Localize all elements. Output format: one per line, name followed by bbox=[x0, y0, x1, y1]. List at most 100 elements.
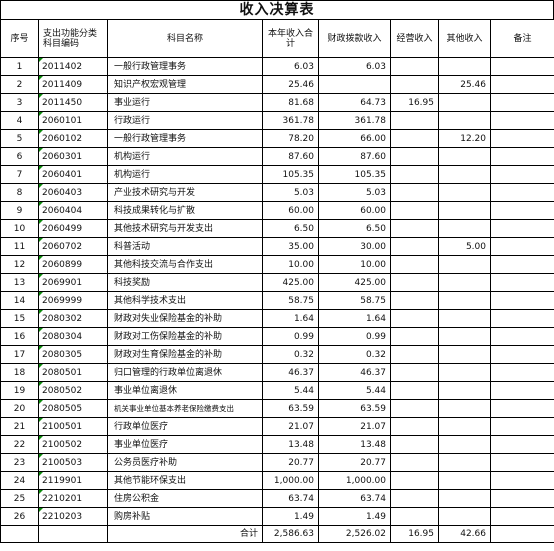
row-other-cell[interactable] bbox=[438, 471, 491, 490]
row-total-cell[interactable]: 78.20 bbox=[262, 129, 319, 148]
row-other-cell[interactable] bbox=[438, 363, 491, 382]
row-seq-cell[interactable]: 24 bbox=[0, 471, 39, 490]
row-seq-cell[interactable]: 14 bbox=[0, 291, 39, 310]
row-business-cell[interactable] bbox=[390, 345, 439, 364]
row-other-cell[interactable] bbox=[438, 381, 491, 400]
header-total[interactable]: 本年收入合计 bbox=[262, 19, 319, 58]
header-other[interactable]: 其他收入 bbox=[438, 19, 491, 58]
row-business-cell[interactable] bbox=[390, 327, 439, 346]
row-code-cell[interactable]: 2100501 bbox=[38, 417, 108, 436]
row-fiscal-cell[interactable] bbox=[318, 75, 391, 94]
row-seq-cell[interactable]: 8 bbox=[0, 183, 39, 202]
row-seq-cell[interactable]: 25 bbox=[0, 489, 39, 508]
row-remark-cell[interactable] bbox=[490, 93, 554, 112]
row-name-cell[interactable]: 财政对生育保险基金的补助 bbox=[107, 345, 263, 364]
header-seq[interactable]: 序号 bbox=[0, 19, 39, 58]
row-name-cell[interactable]: 一般行政管理事务 bbox=[107, 57, 263, 76]
row-name-cell[interactable]: 事业单位医疗 bbox=[107, 435, 263, 454]
row-code-cell[interactable]: 2080305 bbox=[38, 345, 108, 364]
header-business[interactable]: 经营收入 bbox=[390, 19, 439, 58]
row-name-cell[interactable]: 公务员医疗补助 bbox=[107, 453, 263, 472]
total-label[interactable]: 合计 bbox=[107, 525, 263, 543]
row-remark-cell[interactable] bbox=[490, 201, 554, 220]
row-other-cell[interactable] bbox=[438, 489, 491, 508]
row-total-cell[interactable]: 6.50 bbox=[262, 219, 319, 238]
row-total-cell[interactable]: 87.60 bbox=[262, 147, 319, 166]
row-code-cell[interactable]: 2080501 bbox=[38, 363, 108, 382]
row-total-cell[interactable]: 58.75 bbox=[262, 291, 319, 310]
row-remark-cell[interactable] bbox=[490, 147, 554, 166]
row-name-cell[interactable]: 机关事业单位基本养老保险缴费支出 bbox=[107, 399, 263, 418]
row-other-cell[interactable] bbox=[438, 93, 491, 112]
row-fiscal-cell[interactable]: 6.03 bbox=[318, 57, 391, 76]
row-remark-cell[interactable] bbox=[490, 75, 554, 94]
row-total-cell[interactable]: 21.07 bbox=[262, 417, 319, 436]
row-fiscal-cell[interactable]: 6.50 bbox=[318, 219, 391, 238]
row-name-cell[interactable]: 科技成果转化与扩散 bbox=[107, 201, 263, 220]
header-fiscal[interactable]: 财政拨款收入 bbox=[318, 19, 391, 58]
row-name-cell[interactable]: 机构运行 bbox=[107, 147, 263, 166]
row-total-cell[interactable]: 0.99 bbox=[262, 327, 319, 346]
row-business-cell[interactable] bbox=[390, 219, 439, 238]
row-other-cell[interactable] bbox=[438, 417, 491, 436]
row-fiscal-cell[interactable]: 425.00 bbox=[318, 273, 391, 292]
row-other-cell[interactable] bbox=[438, 291, 491, 310]
row-code-cell[interactable]: 2011402 bbox=[38, 57, 108, 76]
row-fiscal-cell[interactable]: 66.00 bbox=[318, 129, 391, 148]
row-total-cell[interactable]: 1.64 bbox=[262, 309, 319, 328]
row-code-cell[interactable]: 2011409 bbox=[38, 75, 108, 94]
row-other-cell[interactable] bbox=[438, 399, 491, 418]
row-seq-cell[interactable]: 10 bbox=[0, 219, 39, 238]
row-business-cell[interactable] bbox=[390, 309, 439, 328]
total-seq-cell[interactable] bbox=[0, 525, 39, 543]
row-name-cell[interactable]: 知识产权宏观管理 bbox=[107, 75, 263, 94]
row-fiscal-cell[interactable]: 1.49 bbox=[318, 507, 391, 526]
row-other-cell[interactable] bbox=[438, 201, 491, 220]
row-remark-cell[interactable] bbox=[490, 471, 554, 490]
row-remark-cell[interactable] bbox=[490, 453, 554, 472]
row-fiscal-cell[interactable]: 0.32 bbox=[318, 345, 391, 364]
row-business-cell[interactable] bbox=[390, 255, 439, 274]
row-total-cell[interactable]: 81.68 bbox=[262, 93, 319, 112]
row-name-cell[interactable]: 科技奖励 bbox=[107, 273, 263, 292]
row-code-cell[interactable]: 2080502 bbox=[38, 381, 108, 400]
row-business-cell[interactable] bbox=[390, 201, 439, 220]
row-business-cell[interactable] bbox=[390, 75, 439, 94]
row-code-cell[interactable]: 2080302 bbox=[38, 309, 108, 328]
row-remark-cell[interactable] bbox=[490, 489, 554, 508]
row-seq-cell[interactable]: 9 bbox=[0, 201, 39, 220]
row-remark-cell[interactable] bbox=[490, 435, 554, 454]
row-fiscal-cell[interactable]: 1.64 bbox=[318, 309, 391, 328]
row-code-cell[interactable]: 2069999 bbox=[38, 291, 108, 310]
row-total-cell[interactable]: 13.48 bbox=[262, 435, 319, 454]
row-seq-cell[interactable]: 18 bbox=[0, 363, 39, 382]
total-sum[interactable]: 2,586.63 bbox=[262, 525, 319, 543]
row-other-cell[interactable] bbox=[438, 255, 491, 274]
row-fiscal-cell[interactable]: 20.77 bbox=[318, 453, 391, 472]
row-seq-cell[interactable]: 21 bbox=[0, 417, 39, 436]
row-business-cell[interactable] bbox=[390, 363, 439, 382]
row-fiscal-cell[interactable]: 87.60 bbox=[318, 147, 391, 166]
row-remark-cell[interactable] bbox=[490, 219, 554, 238]
row-fiscal-cell[interactable]: 64.73 bbox=[318, 93, 391, 112]
row-name-cell[interactable]: 财政对失业保险基金的补助 bbox=[107, 309, 263, 328]
row-other-cell[interactable]: 5.00 bbox=[438, 237, 491, 256]
row-seq-cell[interactable]: 15 bbox=[0, 309, 39, 328]
row-business-cell[interactable] bbox=[390, 489, 439, 508]
row-remark-cell[interactable] bbox=[490, 237, 554, 256]
row-code-cell[interactable]: 2060499 bbox=[38, 219, 108, 238]
total-code-cell[interactable] bbox=[38, 525, 108, 543]
row-fiscal-cell[interactable]: 5.03 bbox=[318, 183, 391, 202]
row-remark-cell[interactable] bbox=[490, 273, 554, 292]
row-seq-cell[interactable]: 12 bbox=[0, 255, 39, 274]
row-code-cell[interactable]: 2210203 bbox=[38, 507, 108, 526]
row-total-cell[interactable]: 105.35 bbox=[262, 165, 319, 184]
row-seq-cell[interactable]: 22 bbox=[0, 435, 39, 454]
row-other-cell[interactable] bbox=[438, 507, 491, 526]
row-remark-cell[interactable] bbox=[490, 291, 554, 310]
row-business-cell[interactable] bbox=[390, 111, 439, 130]
row-seq-cell[interactable]: 13 bbox=[0, 273, 39, 292]
row-seq-cell[interactable]: 2 bbox=[0, 75, 39, 94]
total-business[interactable]: 16.95 bbox=[390, 525, 439, 543]
row-fiscal-cell[interactable]: 105.35 bbox=[318, 165, 391, 184]
